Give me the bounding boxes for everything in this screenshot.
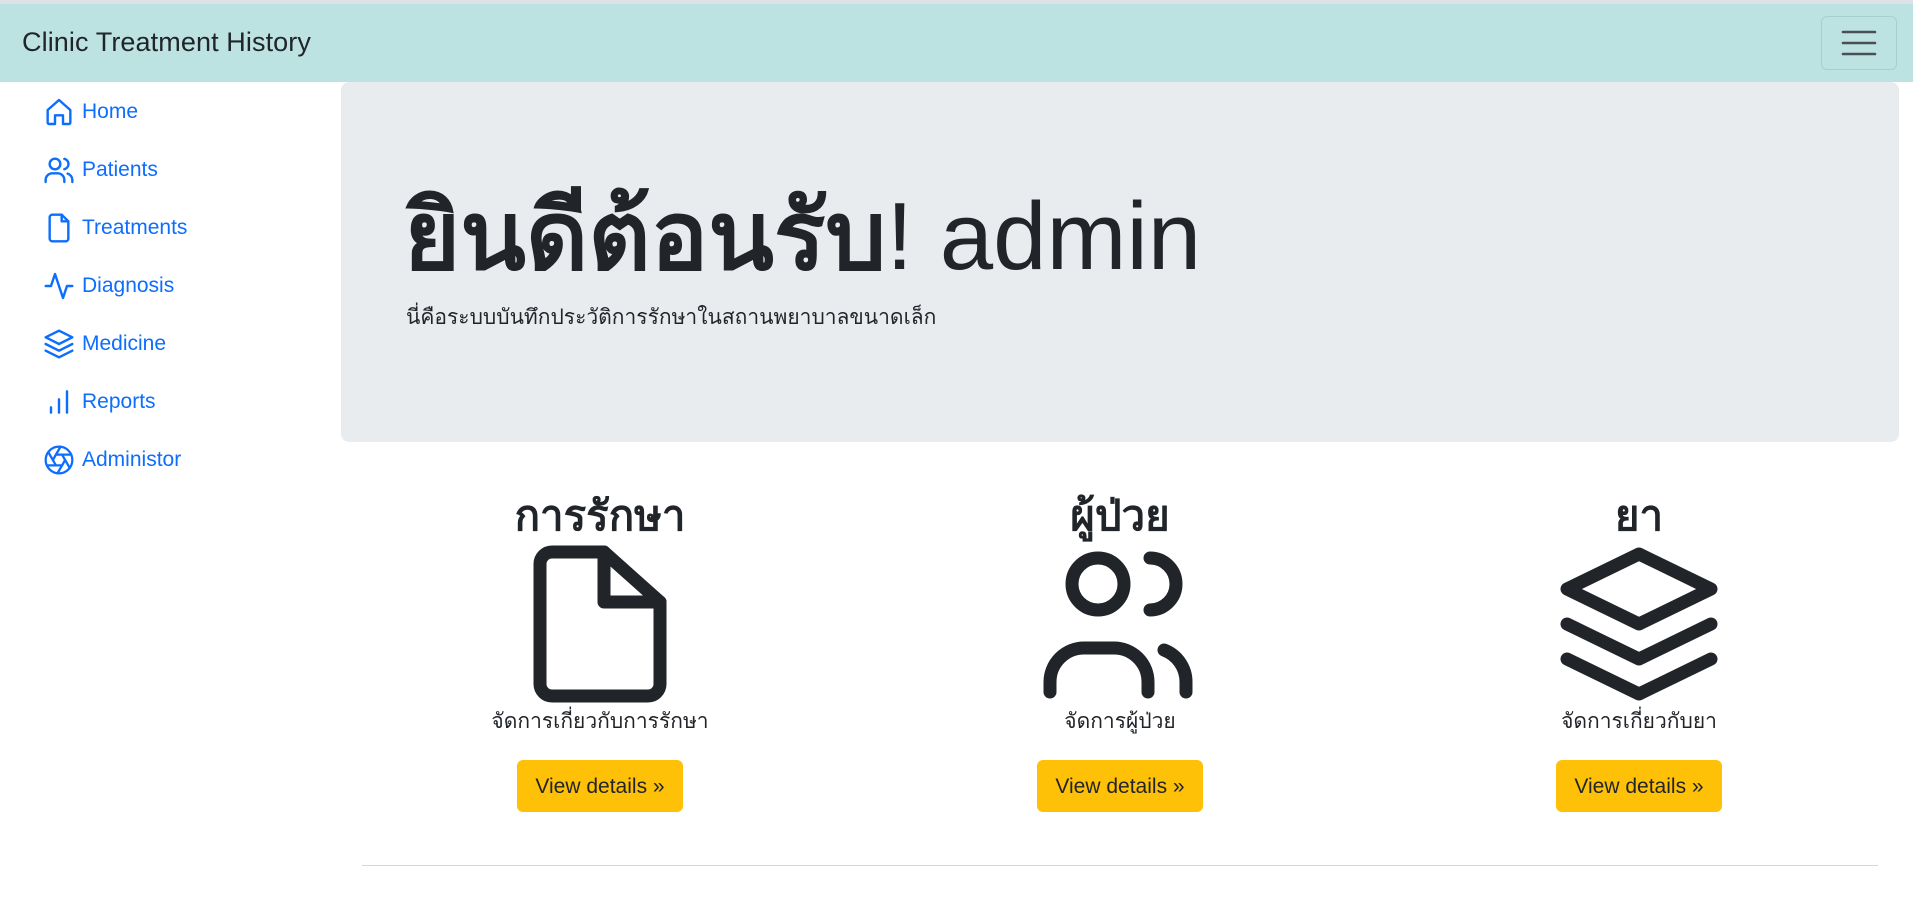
sidebar-item-home[interactable]: Home — [42, 92, 138, 132]
sidebar-item-administor[interactable]: Administor — [42, 440, 181, 480]
sidebar-item-medicine[interactable]: Medicine — [42, 324, 166, 364]
feature-card-patients: ผู้ป่วย จัดการผู้ป่วย View details » — [940, 488, 1300, 812]
hero-title: ยินดีต้อนรับ! admin — [404, 182, 1201, 292]
sidebar-item-treatments[interactable]: Treatments — [42, 208, 187, 248]
sidebar-item-label: Patients — [82, 158, 158, 181]
bar-chart-icon — [42, 385, 76, 419]
file-icon — [42, 211, 76, 245]
sidebar-item-label: Diagnosis — [82, 274, 175, 297]
feature-heading: ยา — [1614, 492, 1664, 539]
sidebar-item-label: Administor — [82, 448, 182, 471]
hero-jumbotron: ยินดีต้อนรับ! admin นี่คือระบบบันทึกประว… — [341, 82, 1899, 442]
people-icon — [42, 153, 76, 187]
people-icon — [1043, 551, 1193, 699]
house-icon — [42, 95, 76, 129]
feature-card-treatment: การรักษา จัดการเกี่ยวกับการรักษา View de… — [420, 488, 780, 812]
hero-title-greeting: ยินดีต้อนรับ — [404, 183, 887, 290]
sidebar-item-label: Treatments — [82, 216, 188, 239]
sidebar: Home Patients Treatments Diagnosis Medic… — [0, 82, 340, 901]
view-details-button[interactable]: View details » — [517, 760, 683, 812]
hero-subtitle: นี่คือระบบบันทึกประวัติการรักษาในสถานพยา… — [406, 306, 937, 329]
feature-card-medicine: ยา จัดการเกี่ยวกับยา View details » — [1459, 488, 1819, 812]
layers-icon — [1560, 547, 1718, 701]
sidebar-item-diagnosis[interactable]: Diagnosis — [42, 266, 174, 306]
view-details-button[interactable]: View details » — [1556, 760, 1722, 812]
navbar-toggler-button[interactable] — [1821, 16, 1897, 70]
sidebar-item-reports[interactable]: Reports — [42, 382, 156, 422]
sidebar-item-label: Reports — [82, 390, 156, 413]
sidebar-item-label: Home — [82, 100, 139, 123]
view-details-button[interactable]: View details » — [1037, 760, 1203, 812]
feature-description: จัดการผู้ป่วย — [1064, 710, 1176, 733]
file-icon — [533, 545, 667, 703]
feature-description: จัดการเกี่ยวกับการรักษา — [491, 710, 709, 733]
sidebar-item-patients[interactable]: Patients — [42, 150, 158, 190]
layers-icon — [42, 327, 76, 361]
app-brand[interactable]: Clinic Treatment History — [22, 27, 311, 58]
feature-heading: การรักษา — [514, 492, 686, 539]
sidebar-item-label: Medicine — [82, 332, 167, 355]
hamburger-menu-icon — [1841, 30, 1877, 56]
feature-heading: ผู้ป่วย — [1070, 492, 1170, 539]
top-navbar: Clinic Treatment History — [0, 4, 1913, 82]
divider — [362, 865, 1878, 866]
feature-description: จัดการเกี่ยวกับยา — [1561, 710, 1717, 733]
aperture-icon — [42, 443, 76, 477]
activity-icon — [42, 269, 76, 303]
hero-title-username: ! admin — [886, 183, 1202, 290]
